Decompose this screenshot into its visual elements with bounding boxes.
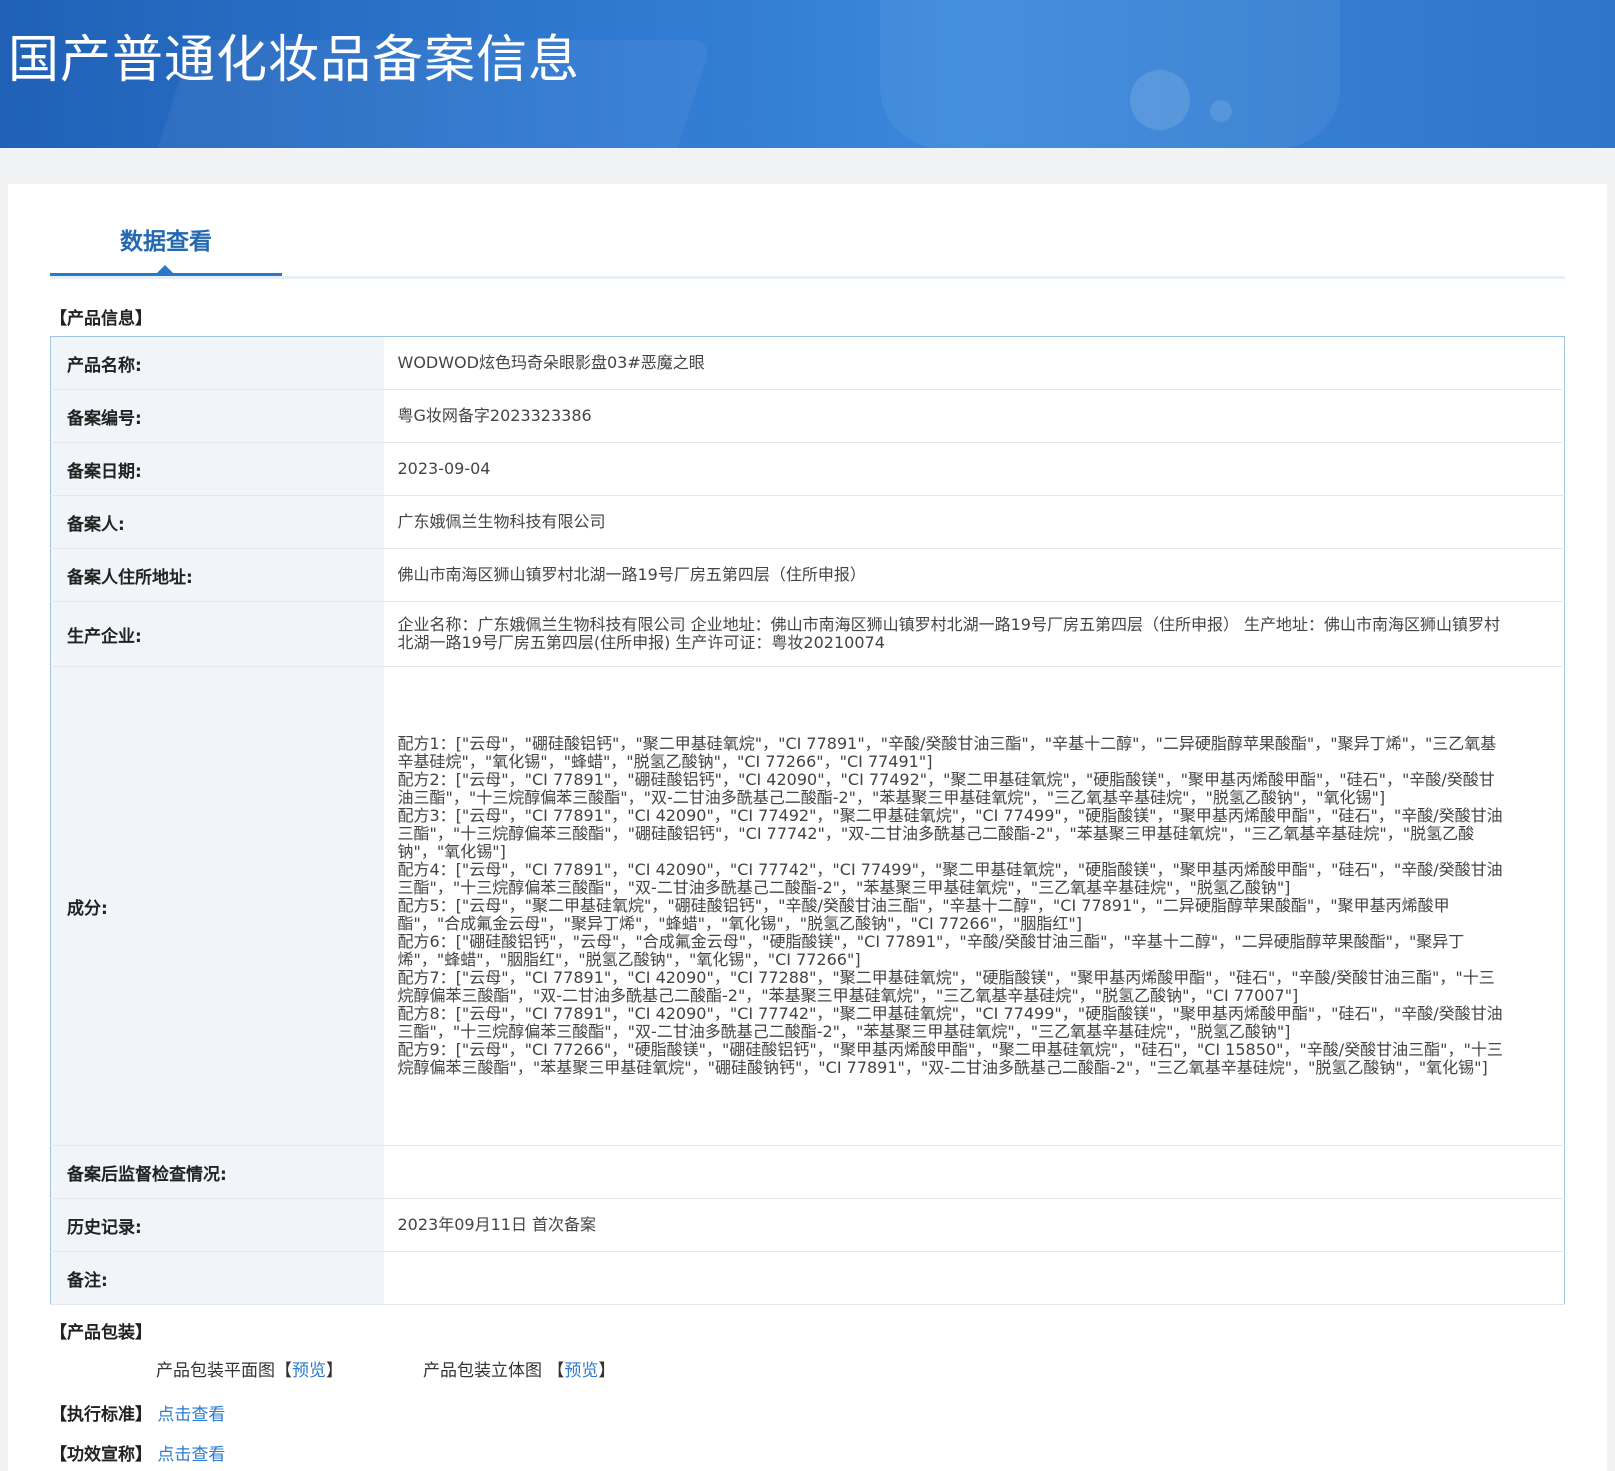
row-label: 产品名称: bbox=[50, 336, 384, 390]
manufacturer-value: 企业名称：广东娥佩兰生物科技有限公司 企业地址：佛山市南海区狮山镇罗村北湖一路1… bbox=[383, 601, 1565, 667]
formula-line: 配方8：["云母"，"CI 77891"，"CI 42090"，"CI 7774… bbox=[397, 1004, 1503, 1041]
row-label: 成分: bbox=[50, 666, 384, 1146]
bracket-close: 】 bbox=[326, 1361, 343, 1381]
row-label: 备案人: bbox=[50, 495, 384, 549]
table-row: 历史记录: 2023年09月11日 首次备案 bbox=[50, 1198, 1565, 1252]
section-title-product-info: 【产品信息】 bbox=[50, 309, 152, 329]
bracket-open: 【 bbox=[275, 1361, 292, 1381]
formula-line: 配方4：["云母"，"CI 77891"，"CI 42090"，"CI 7774… bbox=[397, 860, 1503, 897]
formula-line: 配方9：["云母"，"CI 77266"，"硬脂酸镁"，"硼硅酸铝钙"，"聚甲基… bbox=[397, 1040, 1503, 1077]
table-row: 备案后监督检查情况: bbox=[50, 1145, 1565, 1199]
product-name-value: WODWOD炫色玛奇朵眼影盘03#恶魔之眼 bbox=[383, 336, 1565, 390]
tab-label: 数据查看 bbox=[120, 229, 212, 255]
page-header: 国产普通化妆品备案信息 bbox=[0, 0, 1615, 148]
bracket-open: 【 bbox=[547, 1361, 565, 1381]
header-decoration bbox=[1210, 100, 1232, 122]
history-value: 2023年09月11日 首次备案 bbox=[383, 1198, 1565, 1252]
formula-line: 配方1：["云母"，"硼硅酸铝钙"，"聚二甲基硅氧烷"，"CI 77891"，"… bbox=[397, 734, 1497, 771]
table-row: 生产企业: 企业名称：广东娥佩兰生物科技有限公司 企业地址：佛山市南海区狮山镇罗… bbox=[50, 601, 1565, 667]
table-row: 备注: bbox=[50, 1251, 1565, 1305]
section-title-packaging: 【产品包装】 bbox=[50, 1323, 152, 1343]
packaging-flat-label: 产品包装平面图 bbox=[156, 1361, 275, 1381]
row-label: 备案后监督检查情况: bbox=[50, 1145, 384, 1199]
table-row: 产品名称: WODWOD炫色玛奇朵眼影盘03#恶魔之眼 bbox=[50, 336, 1565, 390]
registration-number-value: 粤G妆网备字2023323386 bbox=[383, 389, 1565, 443]
formula-line: 配方6：["硼硅酸铝钙"，"云母"，"合成氟金云母"，"硬脂酸镁"，"CI 77… bbox=[397, 932, 1465, 969]
row-label: 备注: bbox=[50, 1251, 384, 1305]
header-decoration bbox=[1130, 70, 1190, 130]
content-panel: 数据查看 【产品信息】 产品名称: WODWOD炫色玛奇朵眼影盘03#恶魔之眼 … bbox=[8, 184, 1607, 1471]
formula-line: 配方3：["云母"，"CI 77891"，"CI 42090"，"CI 7749… bbox=[397, 806, 1503, 861]
row-label: 备案人住所地址: bbox=[50, 548, 384, 602]
efficacy-row: 【功效宣称】 点击查看 bbox=[50, 1440, 225, 1465]
formula-line: 配方2：["云母"，"CI 77891"，"硼硅酸铝钙"，"CI 42090"，… bbox=[397, 770, 1495, 807]
ingredients-value: 配方1：["云母"，"硼硅酸铝钙"，"聚二甲基硅氧烷"，"CI 77891"，"… bbox=[383, 666, 1565, 1146]
table-row: 备案人: 广东娥佩兰生物科技有限公司 bbox=[50, 495, 1565, 549]
efficacy-view-link[interactable]: 点击查看 bbox=[157, 1445, 225, 1465]
table-row: 备案日期: 2023-09-04 bbox=[50, 442, 1565, 496]
standard-view-link[interactable]: 点击查看 bbox=[157, 1405, 225, 1425]
standard-label: 【执行标准】 bbox=[50, 1405, 152, 1425]
efficacy-label: 【功效宣称】 bbox=[50, 1445, 152, 1465]
table-row: 备案编号: 粤G妆网备字2023323386 bbox=[50, 389, 1565, 443]
packaging-flat-item: 产品包装平面图【预览】 bbox=[156, 1356, 343, 1381]
standard-row: 【执行标准】 点击查看 bbox=[50, 1400, 225, 1425]
row-label: 历史记录: bbox=[50, 1198, 384, 1252]
inspection-value bbox=[383, 1145, 1565, 1199]
tab-data-view[interactable]: 数据查看 bbox=[50, 184, 282, 276]
row-label: 生产企业: bbox=[50, 601, 384, 667]
registrant-value: 广东娥佩兰生物科技有限公司 bbox=[383, 495, 1565, 549]
registrant-address-value: 佛山市南海区狮山镇罗村北湖一路19号厂房五第四层（住所申报） bbox=[383, 548, 1565, 602]
page-title: 国产普通化妆品备案信息 bbox=[8, 31, 581, 90]
row-label: 备案日期: bbox=[50, 442, 384, 496]
formula-line: 配方5：["云母"，"聚二甲基硅氧烷"，"硼硅酸铝钙"，"辛酸/癸酸甘油三酯"，… bbox=[397, 896, 1450, 933]
table-row: 成分: 配方1：["云母"，"硼硅酸铝钙"，"聚二甲基硅氧烷"，"CI 7789… bbox=[50, 666, 1565, 1146]
packaging-solid-label: 产品包装立体图 bbox=[423, 1361, 542, 1381]
tab-active-caret-icon bbox=[157, 265, 173, 273]
registration-date-value: 2023-09-04 bbox=[383, 442, 1565, 496]
preview-flat-link[interactable]: 预览 bbox=[292, 1361, 326, 1381]
bracket-close: 】 bbox=[598, 1361, 616, 1381]
formula-line: 配方7：["云母"，"CI 77891"，"CI 42090"，"CI 7728… bbox=[397, 968, 1495, 1005]
row-label: 备案编号: bbox=[50, 389, 384, 443]
table-row: 备案人住所地址: 佛山市南海区狮山镇罗村北湖一路19号厂房五第四层（住所申报） bbox=[50, 548, 1565, 602]
tab-bar: 数据查看 bbox=[50, 184, 1565, 279]
preview-solid-link[interactable]: 预览 bbox=[564, 1361, 598, 1381]
remarks-value bbox=[383, 1251, 1565, 1305]
packaging-solid-item: 产品包装立体图 【预览】 bbox=[423, 1356, 615, 1381]
product-info-table: 产品名称: WODWOD炫色玛奇朵眼影盘03#恶魔之眼 备案编号: 粤G妆网备字… bbox=[50, 336, 1565, 1305]
header-decoration bbox=[880, 0, 1340, 148]
